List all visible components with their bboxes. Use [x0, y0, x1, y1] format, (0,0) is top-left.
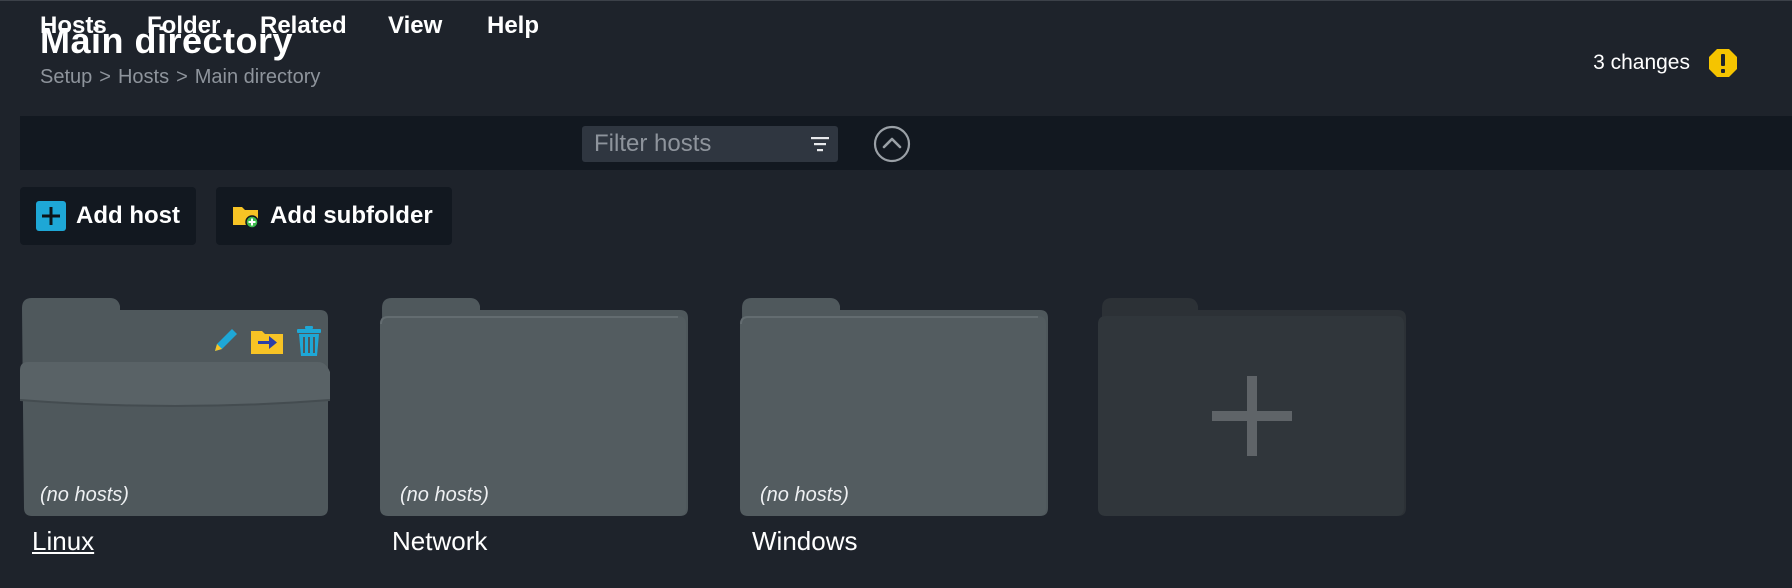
plus-icon [1212, 376, 1292, 456]
new-folder-tile[interactable] [1098, 294, 1408, 564]
menu-help[interactable]: Help [487, 12, 539, 40]
folder-network[interactable]: (no hosts) Network [380, 294, 690, 564]
menu-hosts[interactable]: Hosts [40, 12, 107, 40]
breadcrumb-main-directory[interactable]: Main directory [195, 66, 321, 88]
folder-linux[interactable]: (no hosts) Linux [20, 294, 330, 564]
changes-label: 3 changes [1593, 51, 1690, 74]
breadcrumb-separator: > [99, 66, 111, 88]
add-folder-icon [233, 207, 259, 229]
chevron-up-circle-icon[interactable] [873, 125, 911, 163]
folder-name[interactable]: Network [392, 526, 487, 557]
move-folder-icon[interactable] [250, 324, 284, 358]
folder-name[interactable]: Linux [32, 526, 94, 557]
menu-view[interactable]: View [388, 12, 442, 40]
add-host-icon [36, 201, 66, 231]
trash-icon[interactable] [292, 324, 326, 358]
breadcrumb-setup[interactable]: Setup [40, 66, 92, 88]
breadcrumb-separator: > [176, 66, 188, 88]
menu-related[interactable]: Related [260, 12, 347, 40]
add-host-button[interactable]: Add host [20, 187, 196, 245]
folder-windows[interactable]: (no hosts) Windows [740, 294, 1050, 564]
filter-hosts-input[interactable] [582, 126, 792, 162]
filter-icon[interactable] [810, 134, 830, 154]
warning-icon [1709, 49, 1737, 77]
folder-tools [208, 324, 326, 358]
breadcrumb: Setup > Hosts > Main directory [40, 66, 320, 89]
folder-hosts-count: (no hosts) [760, 484, 849, 506]
folder-name[interactable]: Windows [752, 526, 857, 557]
add-host-label: Add host [76, 202, 180, 229]
menu-folder[interactable]: Folder [147, 12, 220, 40]
add-subfolder-label: Add subfolder [270, 202, 433, 229]
folder-hosts-count: (no hosts) [40, 484, 129, 506]
add-subfolder-button[interactable]: Add subfolder [216, 187, 452, 245]
pending-changes-link[interactable]: 3 changes [1593, 48, 1738, 78]
filter-hosts-box [582, 126, 838, 162]
edit-pencil-icon[interactable] [208, 324, 242, 358]
breadcrumb-hosts[interactable]: Hosts [118, 66, 169, 88]
folder-hosts-count: (no hosts) [400, 484, 489, 506]
